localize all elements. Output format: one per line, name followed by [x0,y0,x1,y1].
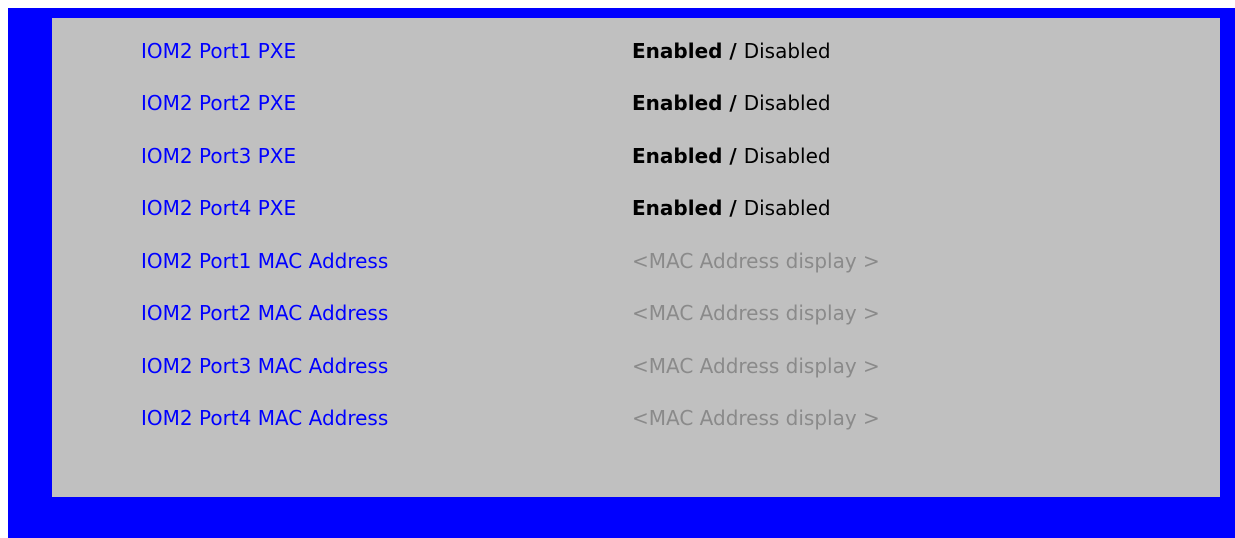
option-enabled[interactable]: Enabled [632,91,722,115]
settings-panel: IOM2 Port1 PXE Enabled / Disabled IOM2 P… [52,18,1220,497]
setting-row-iom2-port2-mac[interactable]: IOM2 Port2 MAC Address <MAC Address disp… [52,295,1220,331]
mac-address-display: <MAC Address display > [632,354,880,378]
option-disabled[interactable]: Disabled [744,91,831,115]
option-enabled[interactable]: Enabled [632,196,722,220]
option-separator: / [722,144,744,168]
option-enabled[interactable]: Enabled [632,144,722,168]
option-separator: / [722,196,744,220]
setting-row-iom2-port1-pxe[interactable]: IOM2 Port1 PXE Enabled / Disabled [52,33,1220,69]
option-disabled[interactable]: Disabled [744,39,831,63]
setting-label[interactable]: IOM2 Port4 MAC Address [141,400,388,436]
option-separator: / [722,39,744,63]
pxe-option-value[interactable]: Enabled / Disabled [632,138,831,174]
setting-label[interactable]: IOM2 Port2 PXE [141,85,296,121]
mac-address-display: <MAC Address display > [632,406,880,430]
setting-row-iom2-port2-pxe[interactable]: IOM2 Port2 PXE Enabled / Disabled [52,85,1220,121]
option-enabled[interactable]: Enabled [632,39,722,63]
pxe-option-value[interactable]: Enabled / Disabled [632,85,831,121]
pxe-option-value[interactable]: Enabled / Disabled [632,33,831,69]
bios-frame: IOM2 Port1 PXE Enabled / Disabled IOM2 P… [8,8,1235,538]
option-disabled[interactable]: Disabled [744,196,831,220]
option-separator: / [722,91,744,115]
mac-address-display: <MAC Address display > [632,249,880,273]
mac-address-display: <MAC Address display > [632,301,880,325]
setting-label[interactable]: IOM2 Port4 PXE [141,190,296,226]
setting-label[interactable]: IOM2 Port2 MAC Address [141,295,388,331]
pxe-option-value[interactable]: Enabled / Disabled [632,190,831,226]
setting-label[interactable]: IOM2 Port1 MAC Address [141,243,388,279]
setting-label[interactable]: IOM2 Port3 MAC Address [141,348,388,384]
option-disabled[interactable]: Disabled [744,144,831,168]
setting-row-iom2-port1-mac[interactable]: IOM2 Port1 MAC Address <MAC Address disp… [52,243,1220,279]
setting-row-iom2-port3-mac[interactable]: IOM2 Port3 MAC Address <MAC Address disp… [52,348,1220,384]
setting-row-iom2-port3-pxe[interactable]: IOM2 Port3 PXE Enabled / Disabled [52,138,1220,174]
setting-label[interactable]: IOM2 Port1 PXE [141,33,296,69]
setting-label[interactable]: IOM2 Port3 PXE [141,138,296,174]
setting-row-iom2-port4-mac[interactable]: IOM2 Port4 MAC Address <MAC Address disp… [52,400,1220,436]
setting-row-iom2-port4-pxe[interactable]: IOM2 Port4 PXE Enabled / Disabled [52,190,1220,226]
